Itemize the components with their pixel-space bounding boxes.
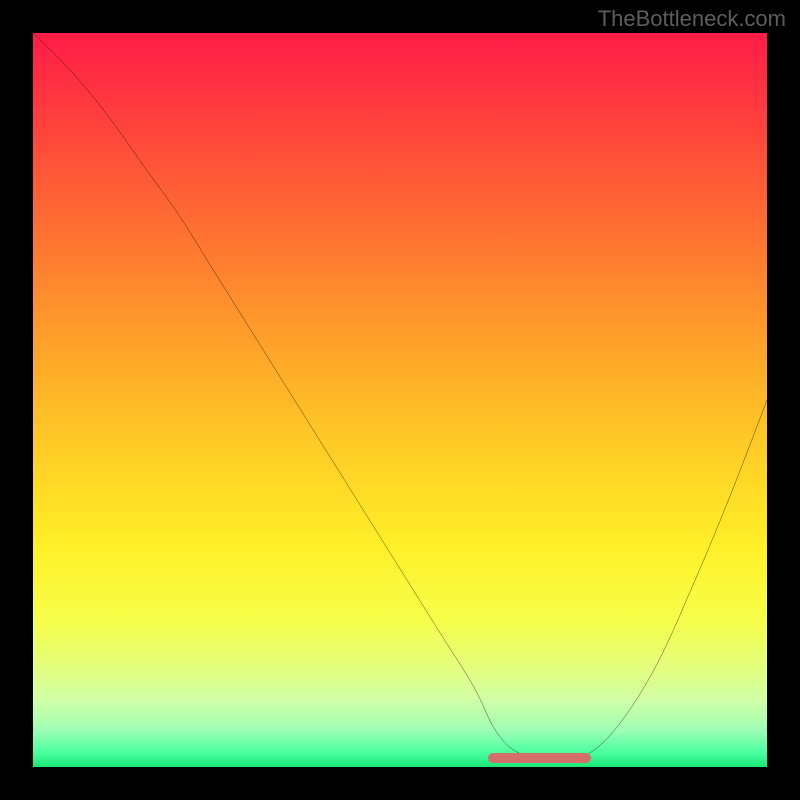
optimal-marker-band [488, 753, 591, 763]
chart-frame: TheBottleneck.com [0, 0, 800, 800]
bottleneck-curve [33, 33, 767, 767]
watermark-text: TheBottleneck.com [598, 6, 786, 32]
plot-area [33, 33, 767, 767]
